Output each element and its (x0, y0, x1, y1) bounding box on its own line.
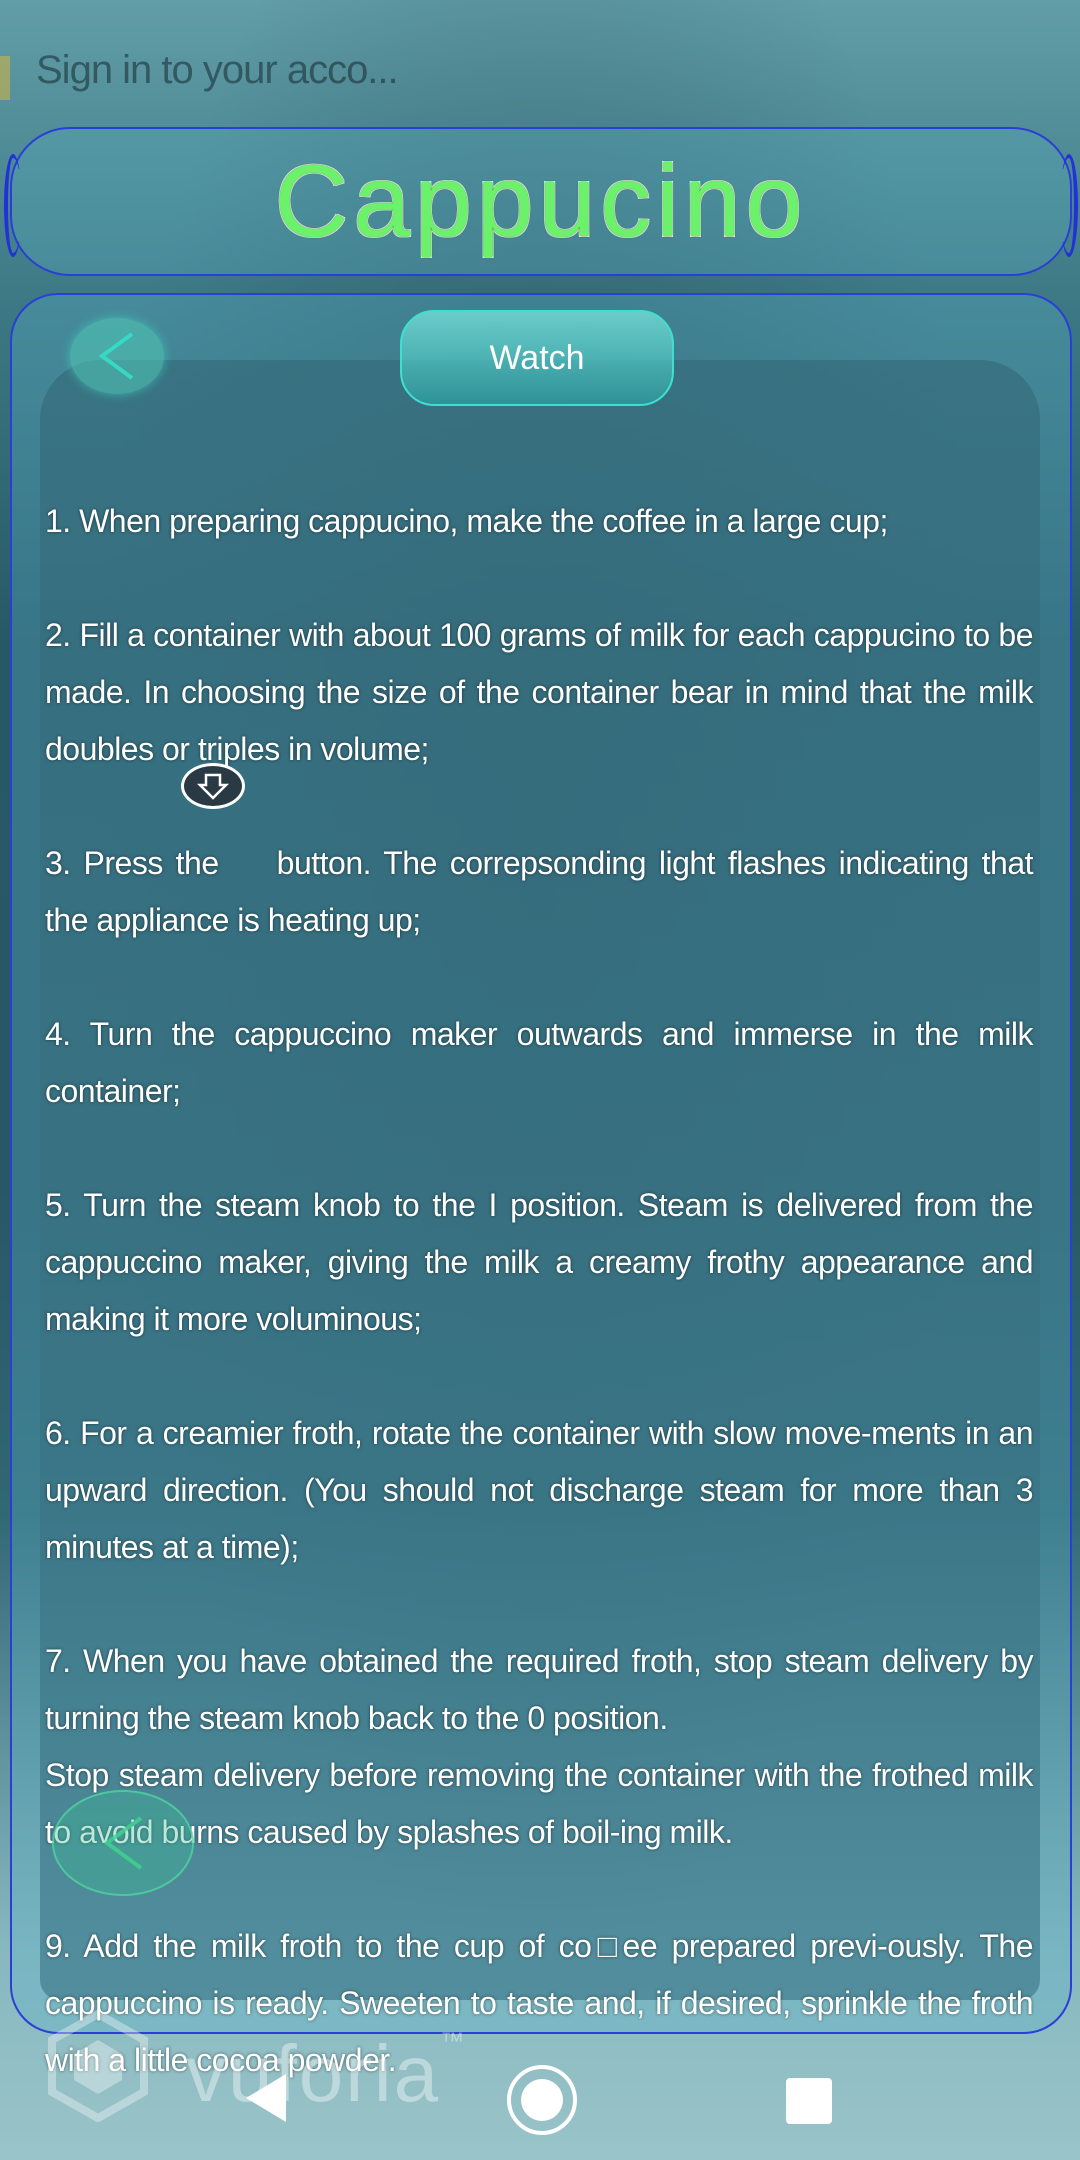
signin-banner-text: Sign in to your acco... (36, 48, 399, 92)
back-button[interactable] (70, 318, 164, 394)
square-recents-icon[interactable] (786, 2078, 832, 2124)
home-button[interactable] (507, 2065, 577, 2135)
step-7: 7. When you have obtained the required f… (45, 1633, 1034, 1861)
page-title: Cappucino (274, 144, 808, 258)
watch-button-label: Watch (489, 338, 585, 377)
signin-banner-icon (0, 56, 10, 100)
step-4: 4. Turn the cappuccino maker outwards an… (45, 1016, 1034, 1109)
watch-button[interactable]: Watch (400, 310, 674, 406)
chevron-left-icon (98, 332, 134, 380)
system-navigation-bar (0, 2040, 1080, 2160)
step-6: 6. For a creamier froth, rotate the cont… (45, 1415, 1034, 1565)
step-2: 2. Fill a container with about 100 grams… (45, 617, 1034, 767)
step-3-part-1: 3. Press the (45, 845, 219, 881)
step-5: 5. Turn the steam knob to the I position… (45, 1187, 1034, 1337)
triangle-back-icon[interactable] (240, 2070, 290, 2126)
floating-back-button[interactable] (52, 1790, 194, 1896)
step-1: 1. When preparing cappucino, make the co… (45, 503, 888, 539)
circle-home-icon (521, 2079, 563, 2121)
chevron-left-icon (103, 1816, 143, 1870)
steam-button-icon (181, 763, 245, 809)
steps-list: 1. When preparing cappucino, make the co… (45, 493, 1034, 2146)
step-7-line-1: 7. When you have obtained the required f… (45, 1643, 1034, 1736)
step-3: 3. Press the button. The correpsonding li… (45, 835, 1034, 949)
title-panel: Cappucino (4, 127, 1078, 276)
